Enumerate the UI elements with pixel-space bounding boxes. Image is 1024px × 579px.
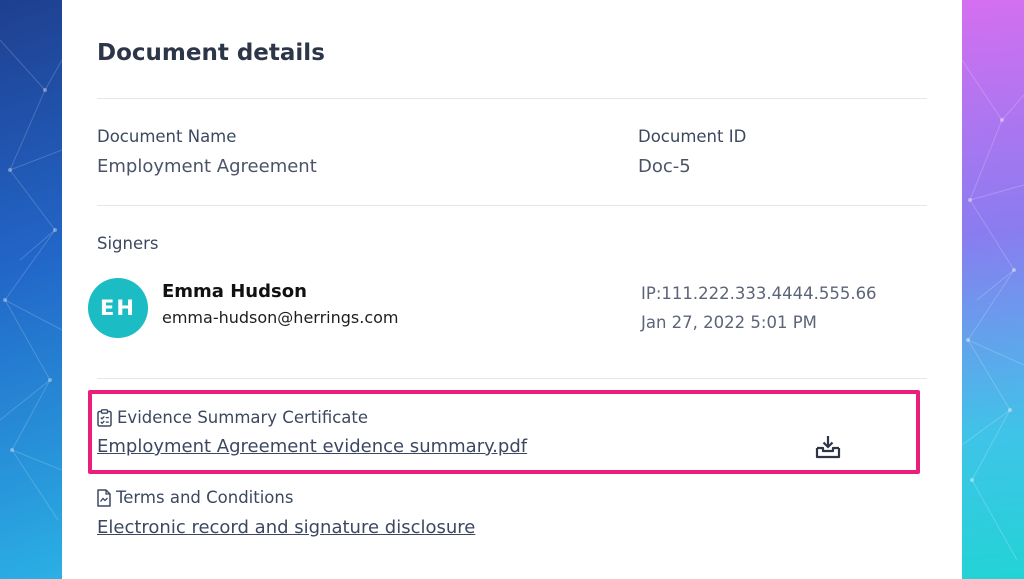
background-right-panel — [962, 0, 1024, 579]
evidence-summary-title: Evidence Summary Certificate — [117, 408, 369, 427]
network-pattern-right — [962, 59, 1024, 561]
divider — [97, 205, 927, 206]
terms-conditions-heading: Terms and Conditions — [97, 488, 293, 507]
evidence-summary-heading: Evidence Summary Certificate — [97, 408, 368, 427]
signer-name: Emma Hudson — [162, 281, 307, 302]
signer-timestamp: Jan 27, 2022 5:01 PM — [641, 313, 817, 332]
download-button[interactable] — [814, 434, 842, 460]
evidence-summary-file-link[interactable]: Employment Agreement evidence summary.pd… — [97, 436, 527, 457]
avatar: EH — [88, 278, 148, 338]
divider — [97, 98, 927, 99]
background-left-panel — [0, 0, 62, 579]
document-id-label: Document ID — [638, 127, 747, 146]
document-details-card: Document details Document Name Employmen… — [62, 0, 962, 579]
document-name-value: Employment Agreement — [97, 156, 317, 177]
network-pattern-left — [0, 39, 62, 521]
clipboard-check-icon — [97, 408, 112, 427]
signer-email: emma-hudson@herrings.com — [162, 308, 399, 327]
page-title: Document details — [97, 40, 325, 66]
terms-conditions-title: Terms and Conditions — [116, 488, 294, 507]
document-name-label: Document Name — [97, 127, 237, 146]
terms-conditions-file-link[interactable]: Electronic record and signature disclosu… — [97, 517, 475, 538]
signer-ip-address: IP:111.222.333.4444.555.66 — [641, 284, 877, 303]
download-icon — [815, 436, 841, 459]
signers-label: Signers — [97, 234, 159, 253]
evidence-highlight-box — [88, 390, 920, 474]
divider — [97, 378, 927, 379]
document-id-value: Doc-5 — [638, 156, 691, 177]
document-icon — [97, 488, 111, 507]
